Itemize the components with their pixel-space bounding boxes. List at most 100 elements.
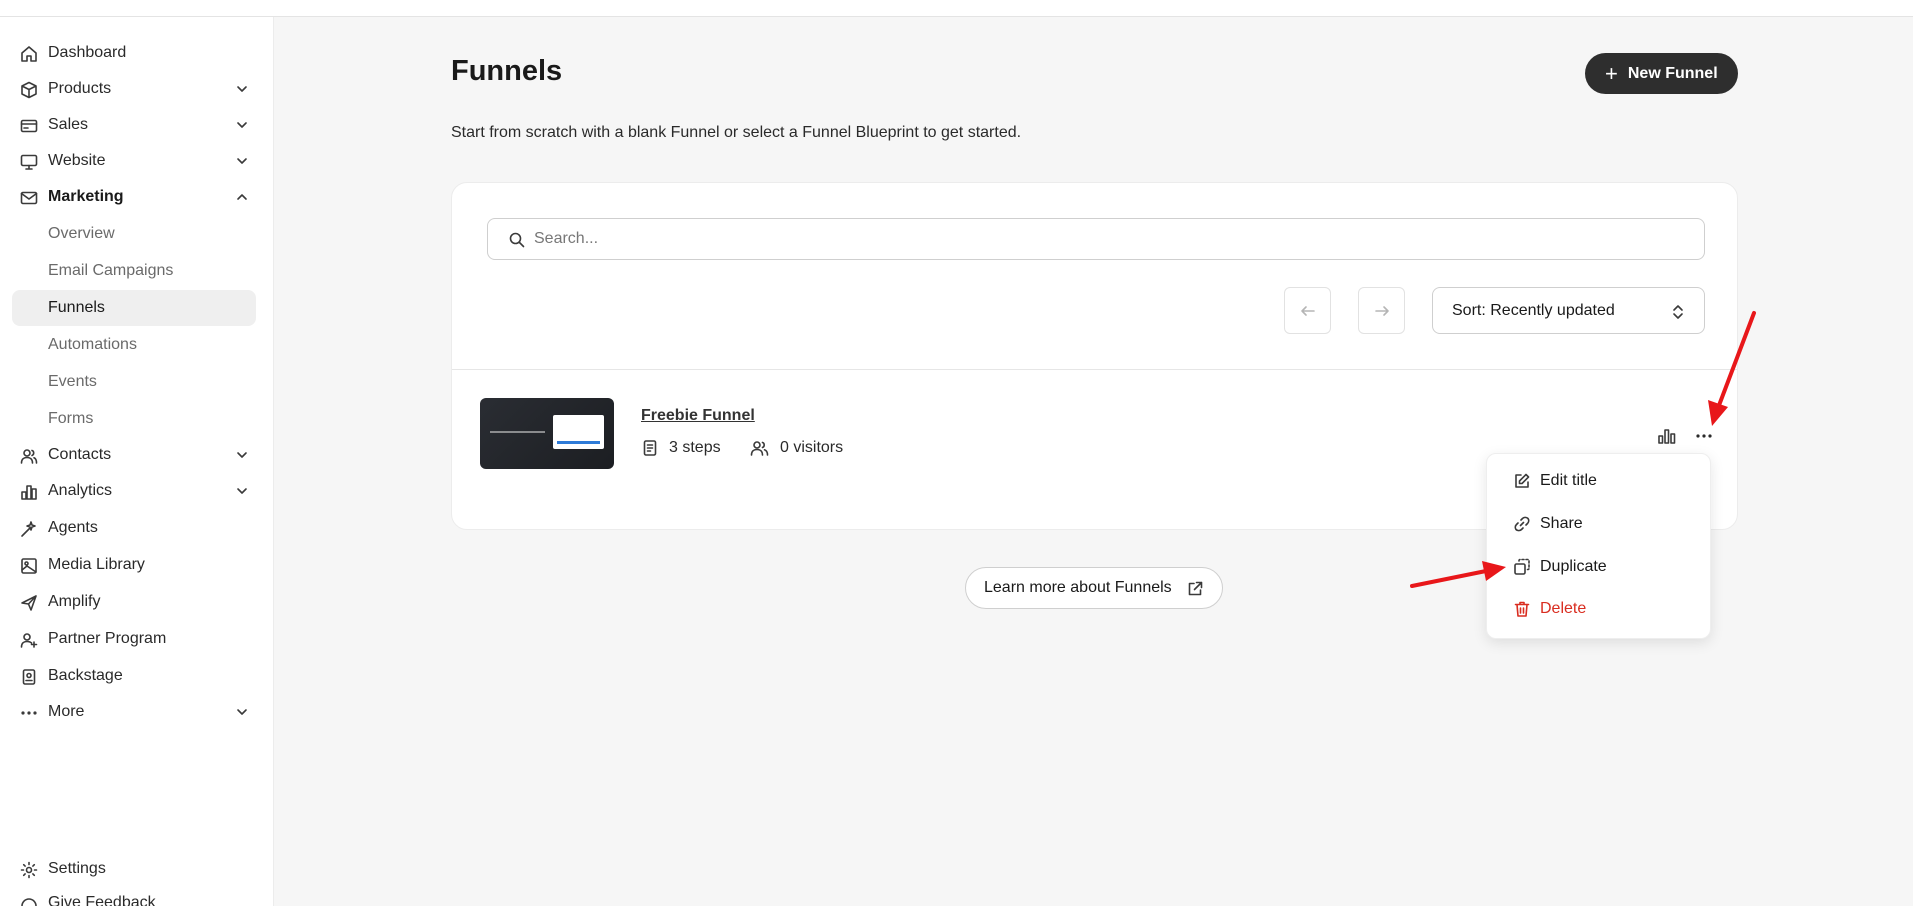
image-icon [21,558,37,574]
sidebar-item-sales[interactable]: Sales [12,108,256,142]
box-icon [21,81,37,99]
sidebar-item-label: Partner Program [48,630,167,647]
learn-more-label: Learn more about Funnels [984,579,1172,596]
sidebar-subitem-overview[interactable]: Overview [12,216,256,252]
sidebar-subitem-email-campaigns[interactable]: Email Campaigns [12,253,256,289]
top-bar [0,0,1913,17]
sidebar-item-label: More [48,703,85,720]
menu-item-delete[interactable]: Delete [1487,589,1712,629]
sidebar-item-products[interactable]: Products [12,72,256,106]
gear-icon [20,861,38,879]
sidebar-subitem-label: Forms [48,410,94,427]
sidebar-item-backstage[interactable]: Backstage [12,659,256,693]
sidebar-item-agents[interactable]: Agents [12,511,256,545]
plus-icon: + [1605,60,1618,86]
chevron-down-icon [237,158,247,164]
chevron-down-icon [237,452,247,458]
new-funnel-label: New Funnel [1627,64,1718,82]
document-icon [643,440,657,456]
search-input[interactable] [534,219,1684,259]
user-plus-icon [20,633,38,648]
arrow-right-icon [1374,305,1389,316]
pencil-icon [1515,473,1530,488]
sidebar-item-settings[interactable]: Settings [12,852,256,886]
chevron-up-icon [237,194,247,200]
more-options-button[interactable] [1691,423,1717,449]
next-page-button[interactable] [1358,287,1405,334]
page-subtitle: Start from scratch with a blank Funnel o… [451,124,1022,141]
sidebar-subitem-label: Events [48,373,97,390]
external-link-icon [1188,581,1203,596]
sidebar-item-label: Sales [48,116,89,133]
sidebar-item-marketing[interactable]: Marketing [12,180,256,214]
menu-item-share[interactable]: Share [1487,504,1712,544]
sidebar-item-dashboard[interactable]: Dashboard [12,36,256,70]
sort-label: Sort: Recently updated [1452,301,1615,319]
sidebar-item-analytics[interactable]: Analytics [12,474,256,508]
funnel-visitors: 0 visitors [750,439,843,457]
sidebar-subitem-label: Funnels [48,299,105,316]
mail-icon [20,191,38,205]
feedback-icon [21,898,37,906]
prev-page-button[interactable] [1284,287,1331,334]
sidebar-subitem-label: Overview [48,225,115,242]
sidebar-item-give-feedback[interactable]: Give Feedback [12,888,256,906]
sidebar-subitem-label: Email Campaigns [48,262,174,279]
link-icon [1514,516,1530,532]
users-icon [750,441,769,456]
menu-item-label: Delete [1540,600,1587,617]
sidebar-item-media-library[interactable]: Media Library [12,548,256,582]
sidebar-item-contacts[interactable]: Contacts [12,438,256,472]
sidebar-item-label: Agents [48,519,98,536]
sort-select[interactable]: Sort: Recently updated [1432,287,1705,334]
chevron-down-icon [237,709,247,715]
sidebar-item-website[interactable]: Website [12,144,256,178]
funnel-steps: 3 steps [641,439,721,457]
dots-icon [21,711,37,715]
chevron-down-icon [237,86,247,92]
card-icon [20,119,38,133]
funnel-name-link[interactable]: Freebie Funnel [641,407,755,425]
sidebar-item-label: Products [48,80,112,97]
sidebar-subitem-automations[interactable]: Automations [12,327,256,363]
badge-icon [22,669,36,685]
sidebar-item-label: Media Library [48,556,145,573]
sparkle-icon [21,521,36,537]
funnel-steps-text: 3 steps [669,439,721,456]
sidebar: Dashboard Products Sales Website Marketi… [0,17,274,906]
menu-item-label: Share [1540,515,1583,532]
sidebar-subitem-forms[interactable]: Forms [12,401,256,437]
sidebar-subitem-funnels[interactable]: Funnels [12,290,256,326]
funnel-visitors-text: 0 visitors [780,439,844,456]
menu-item-duplicate[interactable]: Duplicate [1487,547,1712,587]
sidebar-item-label: Backstage [48,667,123,684]
sidebar-item-label: Contacts [48,446,112,463]
sidebar-item-label: Amplify [48,593,101,610]
search-box [487,218,1705,260]
funnel-thumbnail[interactable] [480,398,614,469]
chevron-down-icon [237,488,247,494]
search-icon [509,232,525,248]
sidebar-item-partner-program[interactable]: Partner Program [12,622,256,656]
sidebar-item-more[interactable]: More [12,695,256,729]
new-funnel-button[interactable]: + New Funnel [1585,53,1738,94]
page-title: Funnels [451,55,563,87]
bar-chart-icon [1658,429,1676,444]
chevron-down-icon [237,122,247,128]
sidebar-item-label: Analytics [48,482,113,499]
copy-icon [1514,558,1530,575]
sidebar-item-label: Give Feedback [48,894,156,906]
analytics-button[interactable] [1654,423,1680,449]
sidebar-item-amplify[interactable]: Amplify [12,585,256,619]
dots-icon [1696,434,1712,438]
users-icon [20,449,38,464]
learn-more-button[interactable]: Learn more about Funnels [965,567,1223,609]
chevron-up-down-icon [1673,305,1683,319]
chart-icon [21,485,37,500]
menu-item-label: Duplicate [1540,558,1607,575]
sidebar-item-label: Dashboard [48,44,127,61]
sidebar-subitem-events[interactable]: Events [12,364,256,400]
sidebar-item-label: Marketing [48,188,124,205]
trash-icon [1514,601,1530,617]
menu-item-edit-title[interactable]: Edit title [1487,461,1712,501]
